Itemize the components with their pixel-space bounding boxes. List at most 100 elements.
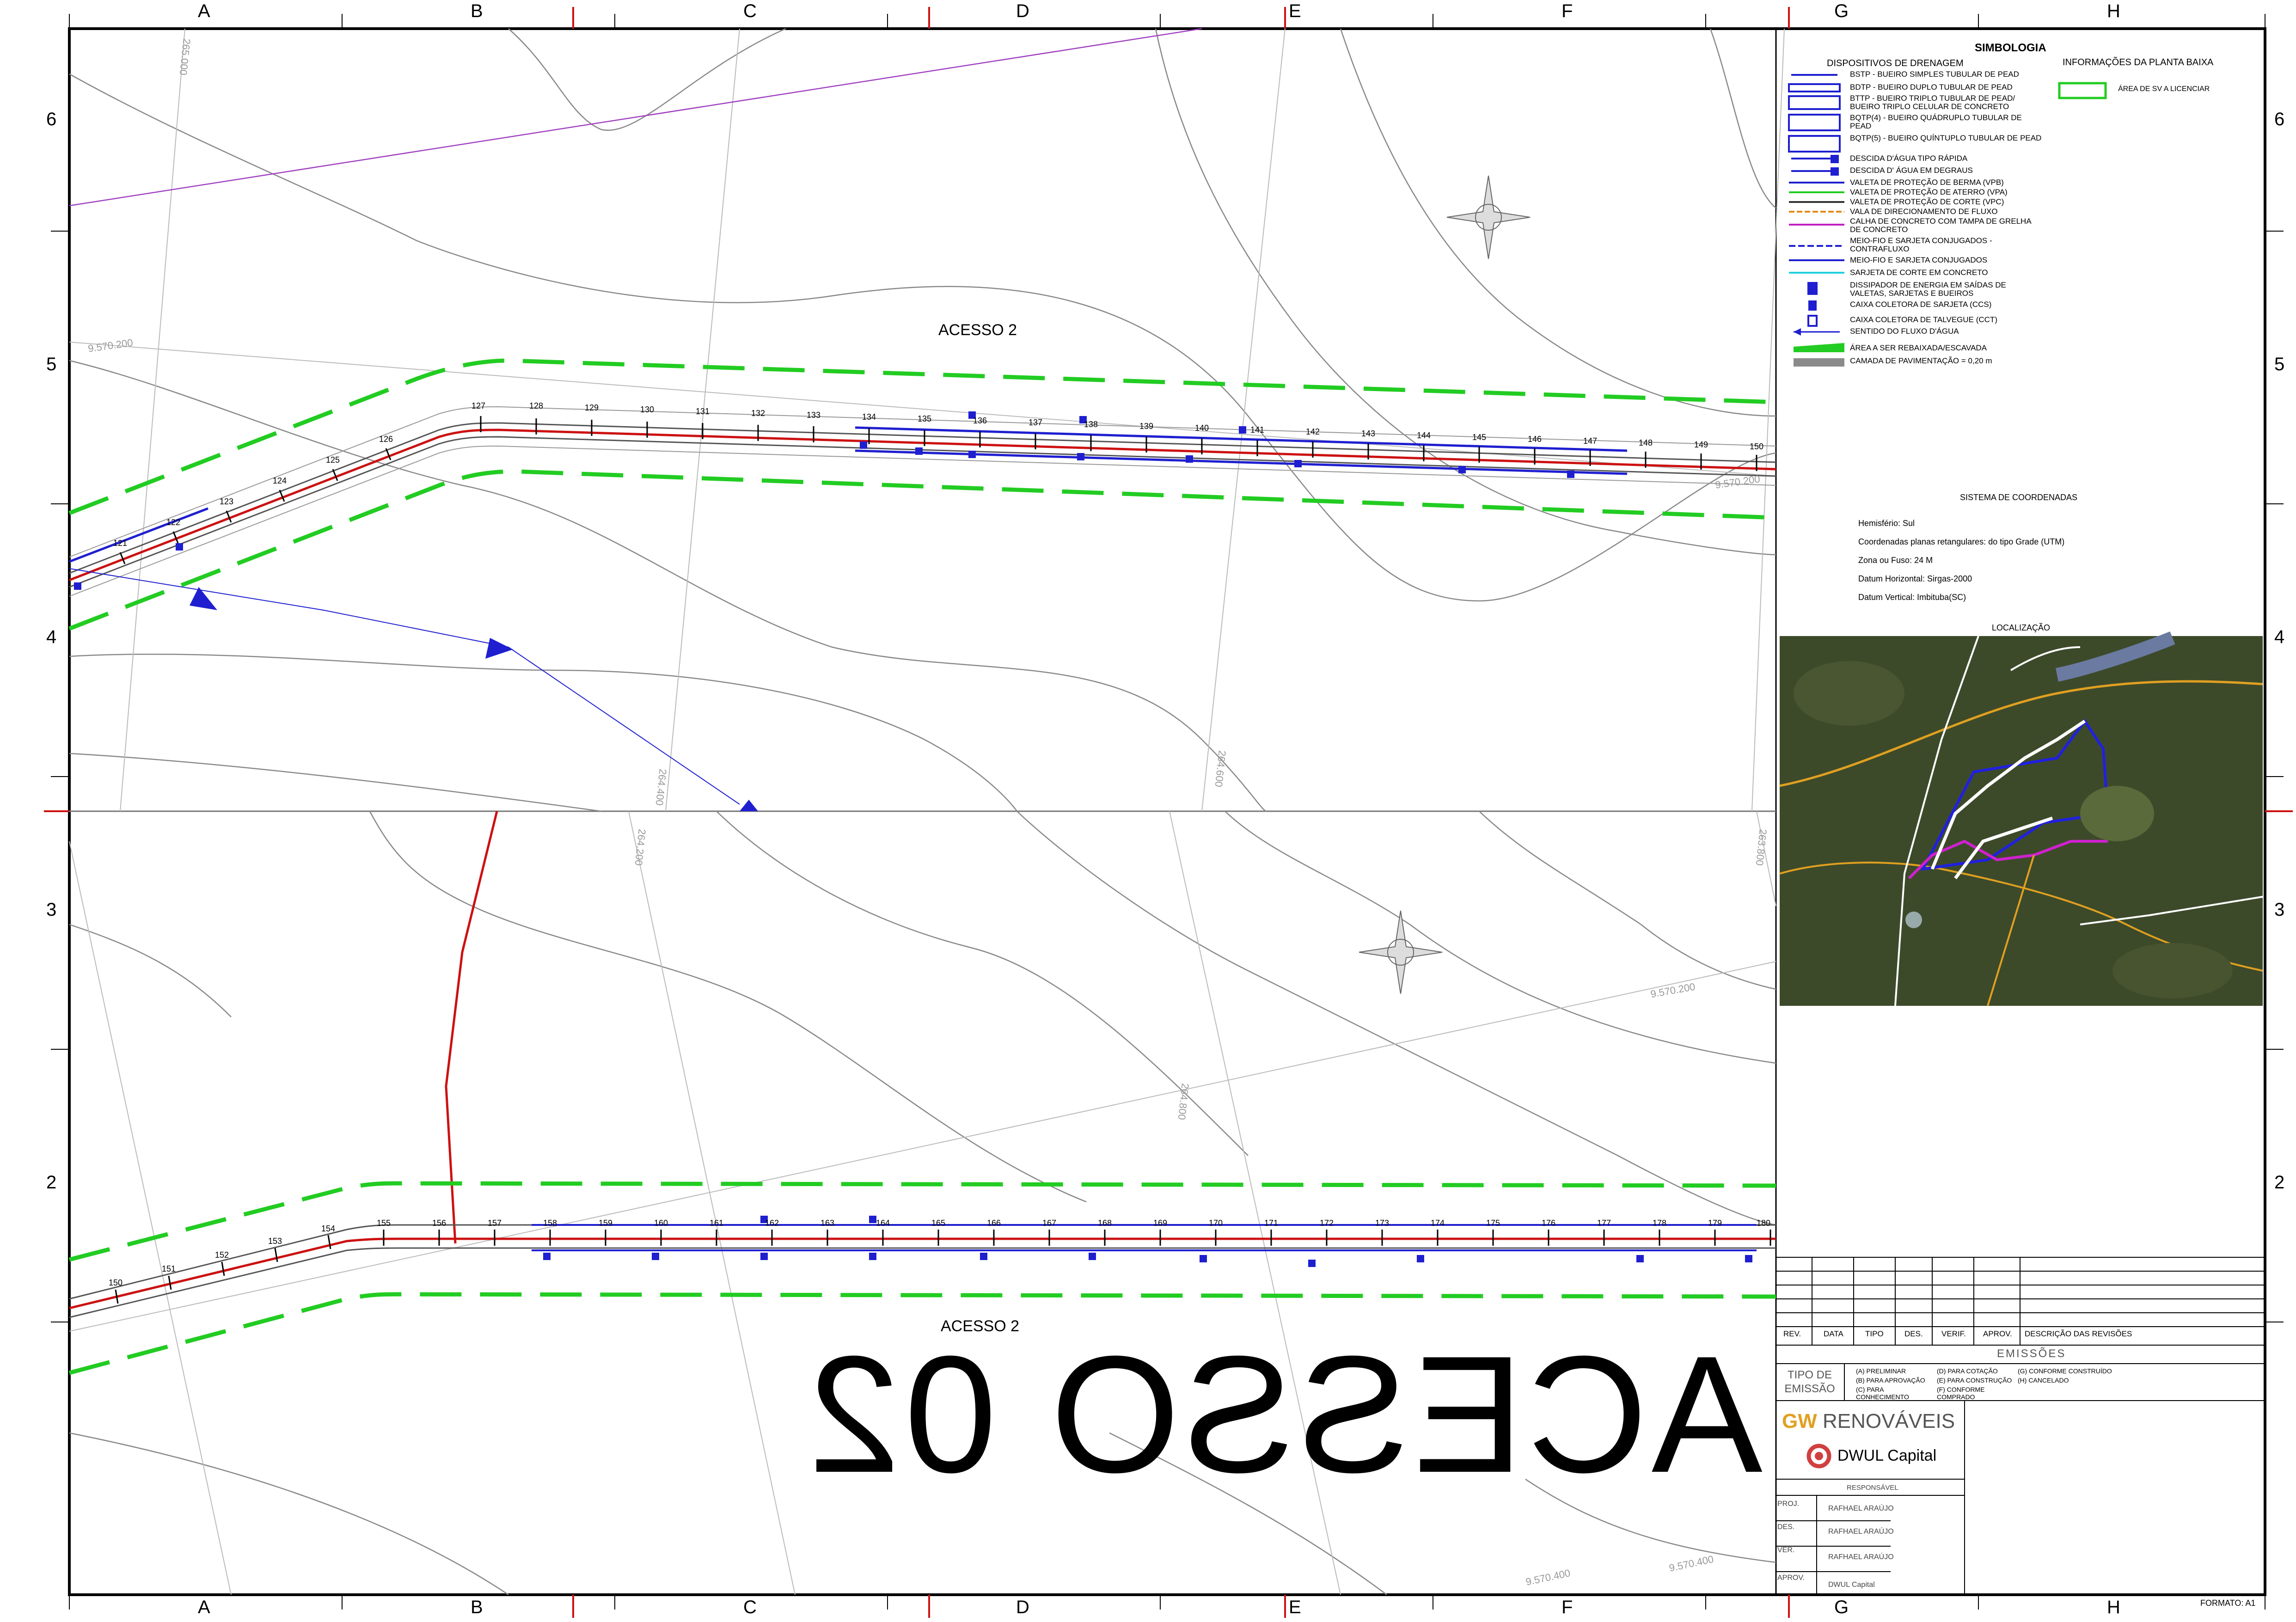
col-label-a-bottom: A [198, 1597, 210, 1617]
legend-item: VALA DE DIRECIONAMENTO DE FLUXO [1850, 207, 1998, 216]
station-label: 136 [973, 416, 987, 425]
dwul-capital-logo: DWUL Capital [1837, 1447, 1937, 1464]
responsavel-label: RESPONSÁVEL [1847, 1484, 1898, 1492]
north-arrow-icon [1446, 175, 1531, 259]
mirrored-title-text: ACESSO 02 [804, 1322, 1763, 1507]
legend-item: MEIO-FIO E SARJETA CONJUGADOS [1850, 256, 1988, 264]
col-label-d-bottom: D [1016, 1597, 1029, 1617]
station-label: 167 [1042, 1218, 1057, 1228]
station-label: 161 [710, 1218, 724, 1228]
role-name: DWUL Capital [1828, 1581, 1875, 1589]
emission-option: (E) PARA CONSTRUÇÃO [1937, 1377, 2012, 1384]
station-label: 138 [1084, 420, 1098, 429]
station-label: 162 [765, 1218, 779, 1228]
station-label: 123 [220, 497, 234, 506]
legend-item: SARJETA DE CORTE EM CONCRETO [1850, 268, 1988, 277]
row-label-6-right: 6 [2274, 109, 2285, 129]
station-label: 145 [1472, 433, 1487, 442]
station-label: 146 [1528, 435, 1542, 444]
row-label-4: 4 [46, 627, 57, 647]
station-label: 150 [1750, 442, 1764, 451]
coord-line: Zona ou Fuso: 24 M [1858, 556, 1933, 565]
role-name: RAFHAEL ARAÚJO [1828, 1553, 1894, 1561]
col-label-e-bottom: E [1289, 1597, 1301, 1617]
row-label-5-right: 5 [2274, 354, 2285, 374]
station-label: 144 [1417, 431, 1431, 440]
col-label-g-bottom: G [1834, 1597, 1849, 1617]
station-label: 133 [807, 410, 821, 420]
col-label-e: E [1289, 1, 1301, 21]
emission-option: (G) CONFORME CONSTRUÍDO [2018, 1367, 2112, 1375]
role-label: PROJ. [1777, 1500, 1800, 1508]
legend-item: BDTP - BUEIRO DUPLO TUBULAR DE PEAD [1850, 83, 2013, 92]
station-label: 134 [862, 412, 876, 422]
legend-item: BSTP - BUEIRO SIMPLES TUBULAR DE PEAD [1850, 70, 2019, 79]
legend-item: DISSIPADOR DE ENERGIA EM SAÍDAS DE VALET… [1850, 281, 2006, 298]
row-label-2: 2 [46, 1172, 57, 1193]
emission-options: (A) PRELIMINAR (D) PARA COTAÇÃO (G) CONF… [1856, 1367, 2263, 1401]
coord-line: Datum Horizontal: Sirgas-2000 [1858, 574, 1972, 583]
station-label: 179 [1708, 1218, 1722, 1228]
station-label: 147 [1583, 436, 1598, 446]
col-label-h-bottom: H [2107, 1597, 2120, 1617]
emission-option: (C) PARA CONHECIMENTO [1856, 1386, 1909, 1401]
station-label: 150 [109, 1278, 123, 1287]
station-label: 163 [820, 1218, 835, 1228]
station-label: 132 [751, 409, 765, 418]
station-label: 130 [640, 405, 655, 414]
emission-option: (A) PRELIMINAR [1856, 1367, 1906, 1375]
rev-header: DES. [1904, 1329, 1923, 1338]
station-label: 137 [1029, 418, 1043, 427]
gw-name: RENOVÁVEIS [1817, 1410, 1955, 1432]
legend-item: VALETA DE PROTEÇÃO DE BERMA (VPB) [1850, 178, 2004, 187]
col-label-a: A [198, 1, 210, 21]
info-title: INFORMAÇÕES DA PLANTA BAIXA [2063, 57, 2214, 67]
station-label: 126 [379, 435, 393, 444]
station-label: 124 [273, 476, 287, 485]
col-label-b-bottom: B [471, 1597, 483, 1617]
emission-option: (D) PARA COTAÇÃO [1937, 1367, 1998, 1375]
rev-header: VERIF. [1941, 1329, 1966, 1338]
emissoes-label: EMISSÕES [1997, 1347, 2066, 1360]
station-label: 140 [1195, 423, 1209, 433]
station-label: 151 [162, 1264, 176, 1273]
station-label: 135 [918, 414, 932, 423]
station-label: 153 [268, 1236, 282, 1246]
col-label-b: B [471, 1, 483, 21]
coord-system-block: Hemisfério: Sul Coordenadas planas retan… [1858, 514, 2064, 606]
row-label-3: 3 [46, 900, 57, 920]
station-label: 174 [1431, 1218, 1445, 1228]
station-label: 154 [321, 1224, 336, 1233]
sheet-format: FORMATO: A1 [2200, 1598, 2256, 1608]
rev-header: APROV. [1983, 1329, 2012, 1338]
coord-line: Coordenadas planas retangulares: do tipo… [1858, 537, 2065, 546]
station-label: 128 [529, 401, 544, 410]
station-label: 148 [1639, 438, 1653, 447]
coord-line: Hemisfério: Sul [1858, 519, 1915, 528]
station-label: 176 [1542, 1218, 1556, 1228]
legend-item: CAIXA COLETORA DE TALVEGUE (CCT) [1850, 315, 1997, 324]
station-label: 172 [1320, 1218, 1334, 1228]
legend-title: SIMBOLOGIA [1975, 42, 2046, 54]
station-label: 177 [1597, 1218, 1611, 1228]
role-name: RAFHAEL ARAÚJO [1828, 1505, 1894, 1512]
legend-item: CALHA DE CONCRETO COM TAMPA DE GRELHA DE… [1850, 217, 2031, 234]
col-label-d: D [1016, 1, 1029, 21]
location-title: LOCALIZAÇÃO [1991, 623, 2051, 632]
legend-item: SENTIDO DO FLUXO D'ÁGUA [1850, 327, 1959, 336]
station-label: 139 [1139, 422, 1154, 431]
col-label-h: H [2107, 1, 2120, 21]
coord-line: Datum Vertical: Imbituba(SC) [1858, 593, 1966, 602]
legend-item: BQTP(5) - BUEIRO QUÍNTUPLO TUBULAR DE PE… [1850, 134, 2042, 142]
role-name: RAFHAEL ARAÚJO [1828, 1528, 1894, 1536]
station-label: 152 [215, 1250, 229, 1260]
legend-item: VALETA DE PROTEÇÃO DE CORTE (VPC) [1850, 197, 2004, 206]
coord-system-title: SISTEMA DE COORDENADAS [1960, 493, 2078, 502]
col-label-c-bottom: C [743, 1597, 757, 1617]
legend-item: MEIO-FIO E SARJETA CONJUGADOS - CONTRAFL… [1850, 236, 1992, 253]
gw-renovaveis-logo: GW RENOVÁVEIS [1782, 1410, 1955, 1433]
emission-option: (H) CANCELADO [2018, 1377, 2069, 1384]
col-label-c: C [743, 1, 757, 21]
row-label-6: 6 [46, 109, 57, 129]
station-label: 164 [876, 1218, 890, 1228]
